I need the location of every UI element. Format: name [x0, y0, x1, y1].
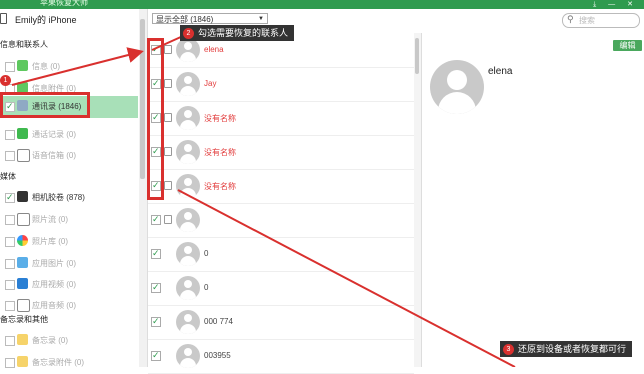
- annotation-arrows: [11, 35, 516, 367]
- step-badge-1: 1: [0, 75, 11, 86]
- step-badge-2: 2: [183, 28, 194, 39]
- callout-step-3: 还原到设备或者恢复都可行: [500, 341, 633, 357]
- callout-text: 勾选需要恢复的联系人: [198, 28, 289, 38]
- highlight-box-checkboxes: [147, 38, 164, 200]
- callout-step-2: 勾选需要恢复的联系人: [180, 25, 295, 41]
- arrow-1: [11, 47, 144, 86]
- step-badge-3: 3: [503, 344, 514, 355]
- callout-text: 还原到设备或者恢复都可行: [518, 344, 627, 354]
- highlight-box-contacts: [0, 92, 90, 118]
- arrow-3: [177, 189, 516, 367]
